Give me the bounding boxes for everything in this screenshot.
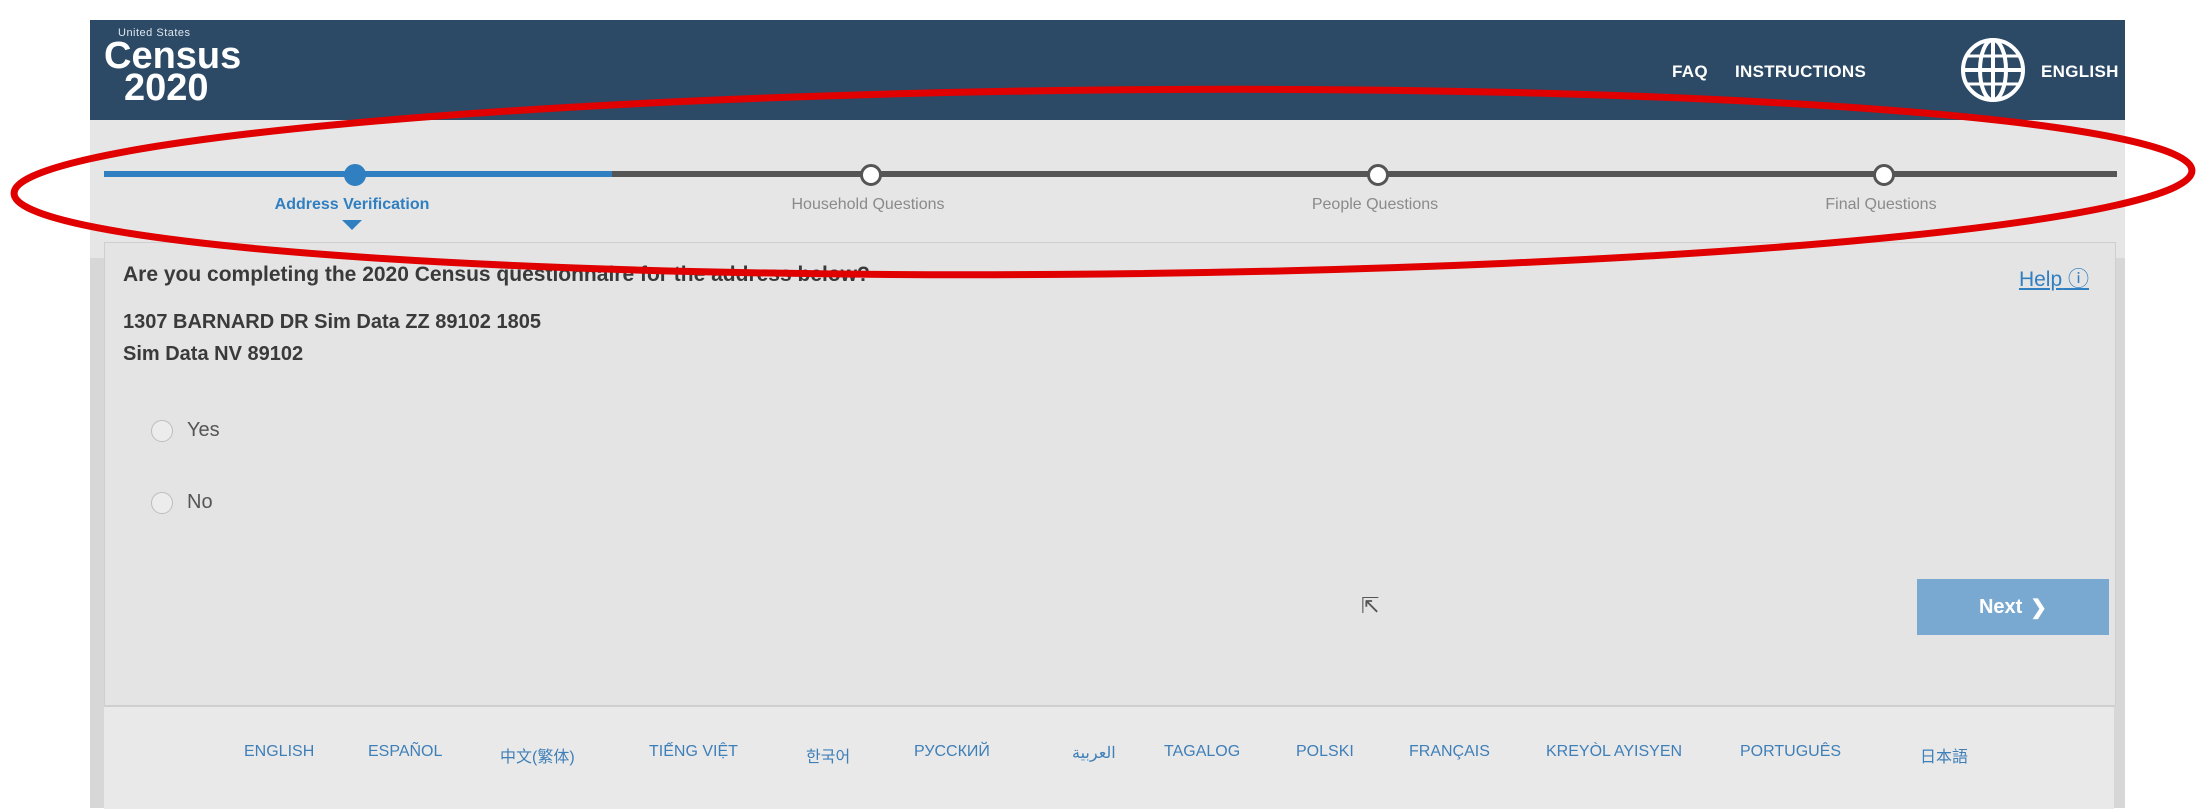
next-button[interactable]: Next ❯: [1917, 579, 2109, 635]
language-bar: ENGLISH ESPAÑOL 中文(繁体) TIẾNG VIỆT 한국어 РУ…: [104, 706, 2114, 809]
help-question-icon: ⓘ: [2068, 268, 2089, 291]
progress-stepper: Address Verification Household Questions…: [90, 120, 2125, 258]
no-label: No: [187, 491, 213, 513]
lang-vietnamese[interactable]: TIẾNG VIỆT: [649, 743, 738, 761]
step-node-address: [344, 164, 366, 186]
yes-label: Yes: [187, 419, 220, 441]
help-label: Help: [2018, 268, 2063, 291]
lang-espanol[interactable]: ESPAÑOL: [368, 743, 442, 761]
lang-english[interactable]: ENGLISH: [244, 743, 314, 761]
top-header: United States Census 2020 FAQ INSTRUCTIO…: [90, 20, 2125, 120]
step-label-household: Household Questions: [791, 196, 945, 213]
question-card: Are you completing the 2020 Census quest…: [104, 242, 2116, 706]
step-node-final: [1873, 164, 1895, 186]
globe-icon[interactable]: [1957, 34, 2029, 106]
instructions-link[interactable]: INSTRUCTIONS: [1735, 62, 1866, 82]
lang-russian[interactable]: РУССКИЙ: [914, 743, 990, 761]
address-line-1: 1307 BARNARD DR Sim Data ZZ 89102 1805: [123, 311, 541, 333]
lang-kreyol[interactable]: KREYÒL AYISYEN: [1546, 743, 1682, 761]
option-no[interactable]: No: [151, 491, 213, 514]
language-selector[interactable]: ENGLISH: [2041, 62, 2119, 82]
help-link[interactable]: Help ⓘ: [2019, 263, 2089, 293]
lang-tagalog[interactable]: TAGALOG: [1164, 743, 1240, 761]
faq-link[interactable]: FAQ: [1672, 62, 1708, 82]
step-node-household: [860, 164, 882, 186]
address-line-2: Sim Data NV 89102: [123, 343, 304, 365]
option-yes[interactable]: Yes: [151, 419, 220, 442]
census-2020-logo[interactable]: United States Census 2020: [104, 28, 241, 108]
next-label: Next: [1978, 595, 2023, 618]
lang-japanese[interactable]: 日本語: [1920, 743, 1968, 767]
current-step-caret-icon: [342, 220, 362, 230]
lang-portugues[interactable]: PORTUGUÊS: [1740, 743, 1841, 761]
lang-chinese[interactable]: 中文(繁体): [500, 743, 575, 767]
step-label-address[interactable]: Address Verification: [232, 196, 472, 214]
chevron-right-icon: ❯: [2030, 596, 2048, 619]
lang-arabic[interactable]: العربية: [1072, 743, 1116, 763]
lang-korean[interactable]: 한국어: [806, 743, 850, 767]
yes-radio[interactable]: [151, 419, 173, 442]
census-app: United States Census 2020 FAQ INSTRUCTIO…: [90, 20, 2125, 809]
step-node-people: [1367, 164, 1389, 186]
mouse-pointer-icon: ⇱: [1361, 593, 1380, 618]
step-label-people: People Questions: [1311, 196, 1439, 213]
lang-polski[interactable]: POLSKI: [1296, 743, 1354, 761]
no-radio[interactable]: [151, 491, 173, 514]
question-text: Are you completing the 2020 Census quest…: [123, 263, 870, 286]
lang-francais[interactable]: FRANÇAIS: [1409, 743, 1490, 761]
step-label-final: Final Questions: [1825, 196, 1937, 213]
